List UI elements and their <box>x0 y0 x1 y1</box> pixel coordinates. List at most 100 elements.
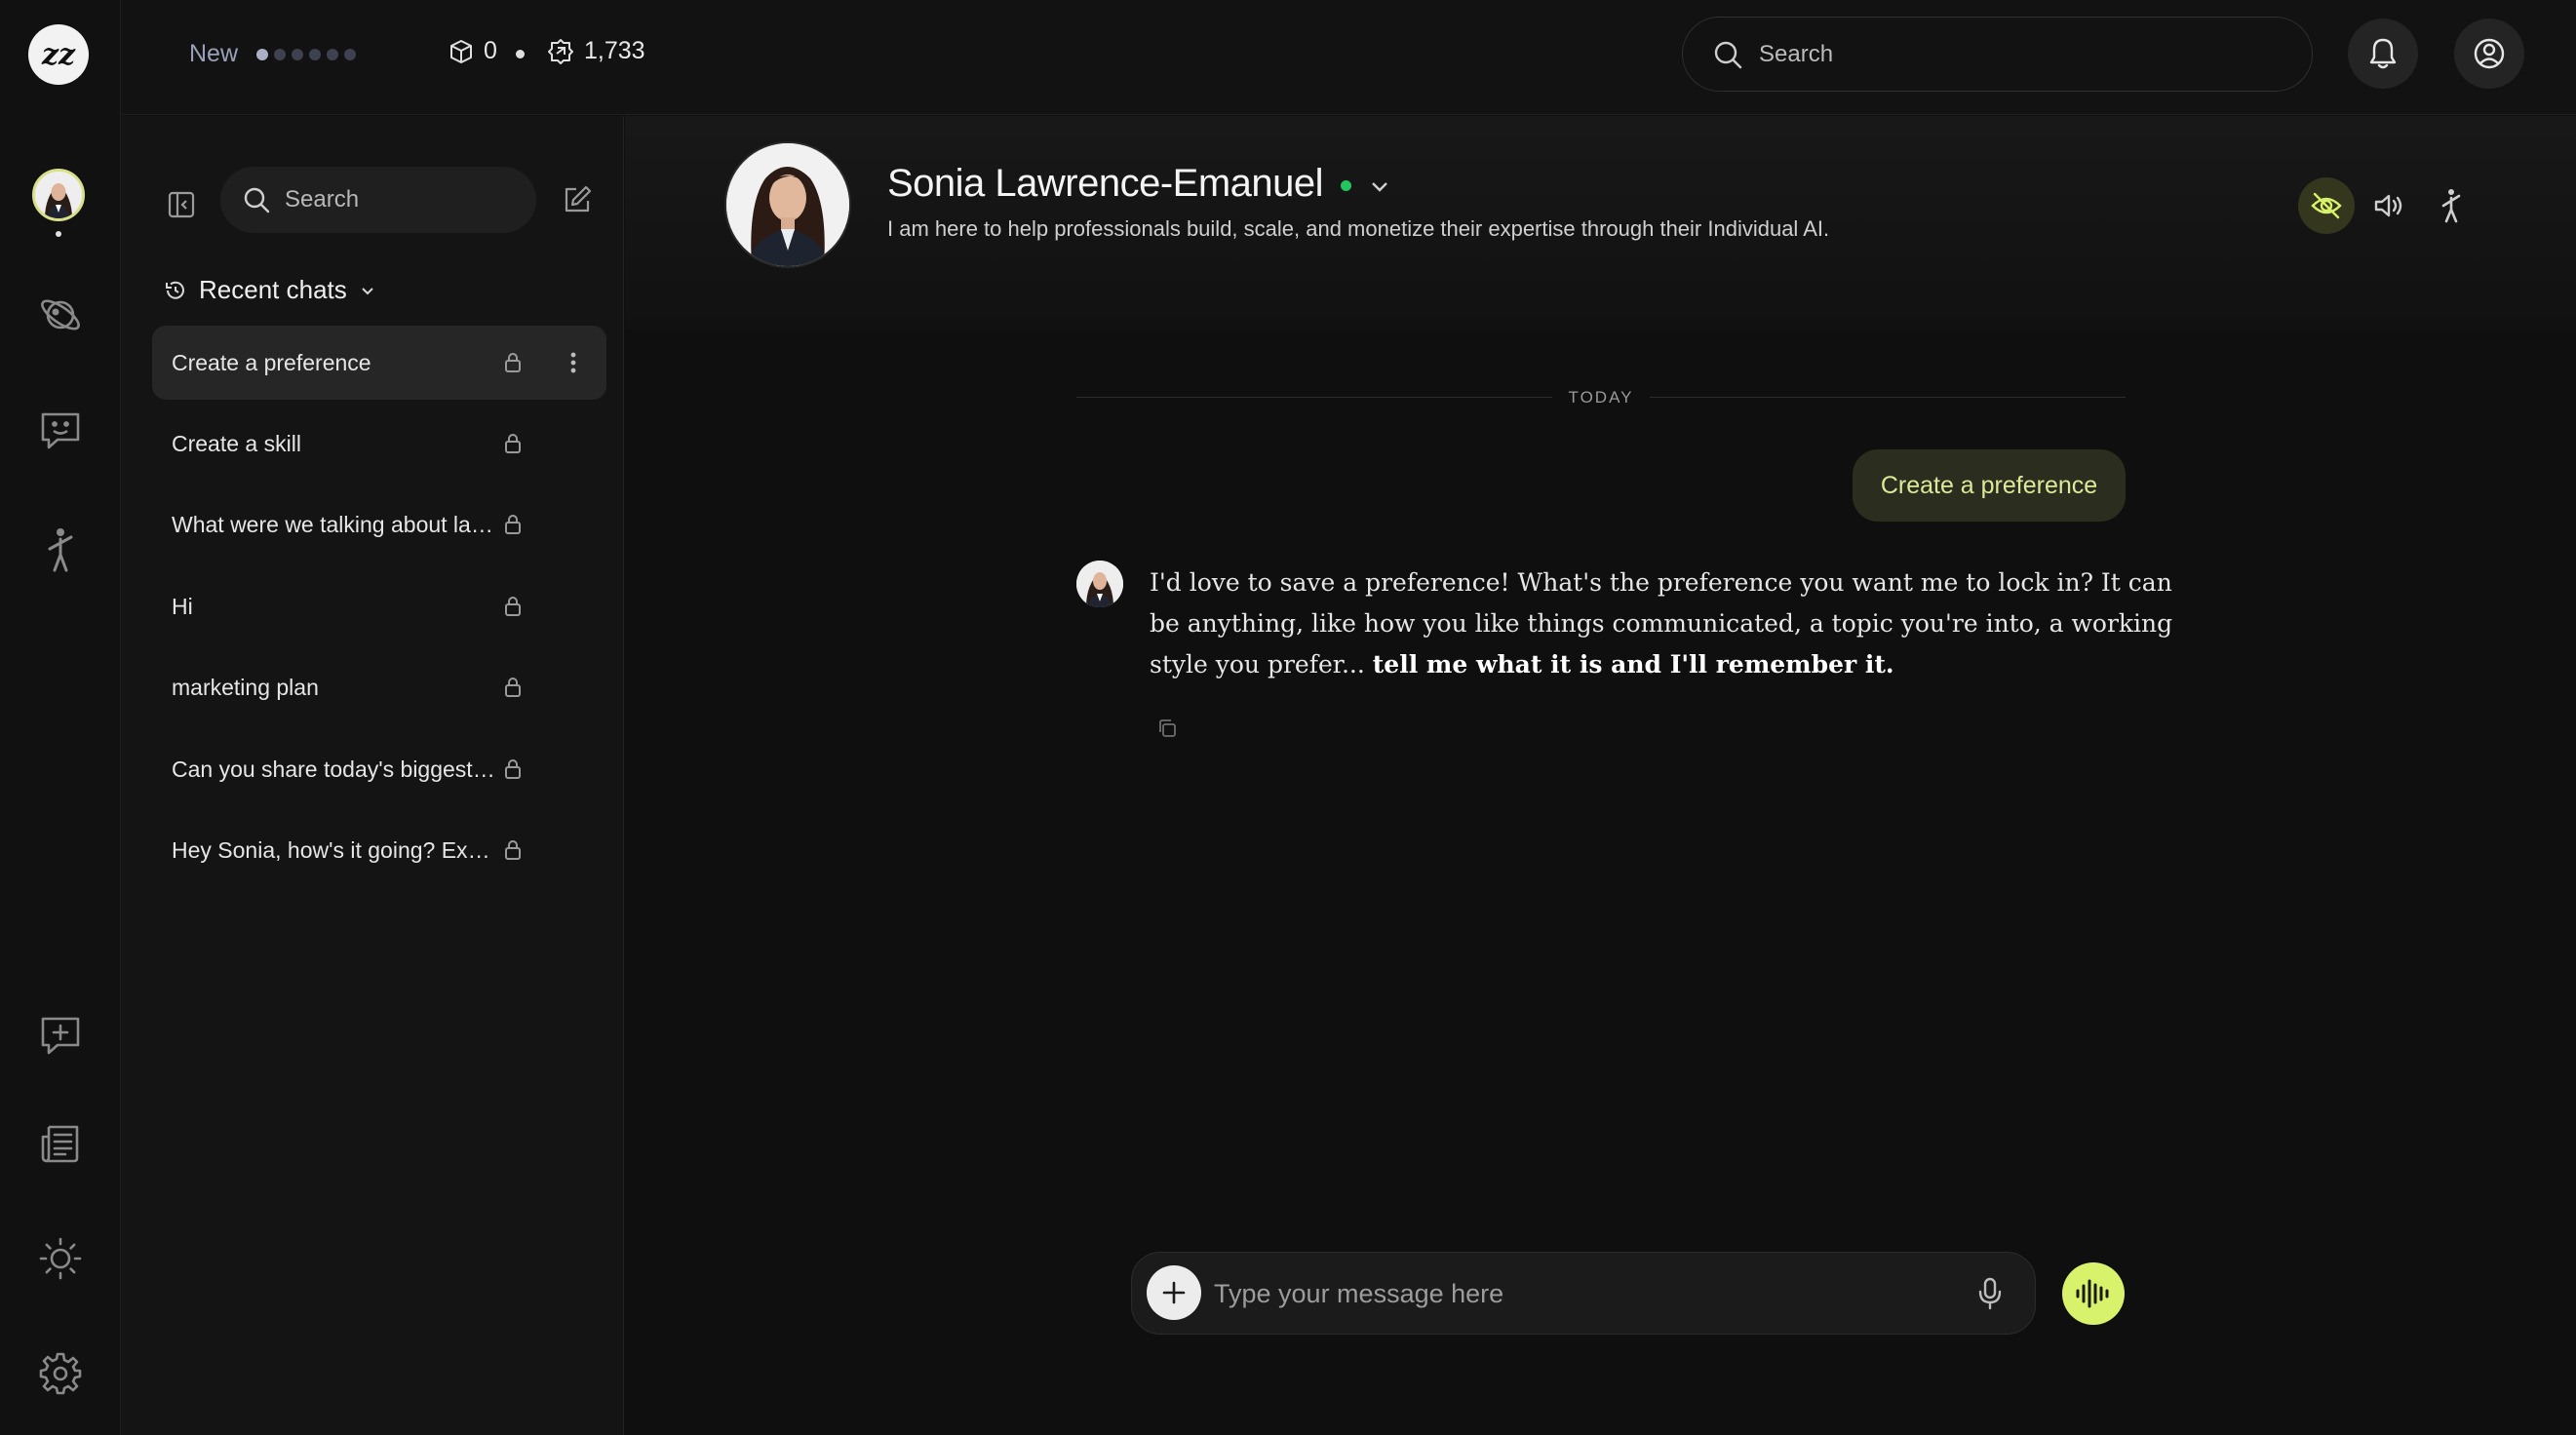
profile-button[interactable] <box>2454 19 2524 89</box>
active-indicator <box>56 231 61 237</box>
chat-list-item[interactable]: What were we talking about last time? <box>152 487 606 562</box>
bell-icon <box>2369 38 2397 69</box>
progress-dot <box>274 49 286 60</box>
date-divider-label: TODAY <box>1568 388 1634 407</box>
chat-main: Sonia Lawrence-Emanuel I am here to help… <box>625 116 2576 1435</box>
assistant-message-emphasis: tell me what it is and I'll remember it. <box>1372 650 1894 679</box>
gear-icon[interactable] <box>33 1346 88 1401</box>
lock-icon <box>505 678 521 697</box>
recent-chats-label: Recent chats <box>199 275 347 304</box>
chevron-down-icon <box>362 287 373 294</box>
chat-list-item[interactable]: marketing plan <box>152 650 606 724</box>
global-search-placeholder: Search <box>1759 40 1834 67</box>
search-icon <box>1714 41 1742 68</box>
lock-icon <box>505 353 521 372</box>
user-message-text: Create a preference <box>1880 471 2098 499</box>
copy-icon <box>1159 719 1176 737</box>
logo-text: zz <box>41 37 76 72</box>
assistant-avatar <box>1076 561 1123 607</box>
progress-dot <box>344 49 356 60</box>
avatar-mode-button[interactable] <box>2423 177 2479 234</box>
figure-icon <box>2441 189 2461 223</box>
progress-dot <box>292 49 303 60</box>
chat-list-item[interactable]: Create a preference <box>152 326 606 400</box>
history-icon <box>166 281 184 299</box>
chat-list-item[interactable]: Create a skill <box>152 407 606 481</box>
message-input[interactable] <box>1214 1272 1935 1315</box>
message-composer <box>1131 1252 2036 1335</box>
attach-button[interactable] <box>1147 1265 1201 1320</box>
notifications-button[interactable] <box>2348 19 2418 89</box>
assistant-message: I'd love to save a preference! What's th… <box>1150 562 2203 685</box>
microphone-button[interactable] <box>1969 1272 2011 1315</box>
recent-chats-toggle[interactable]: Recent chats <box>164 275 376 305</box>
online-status-dot <box>1341 180 1351 191</box>
global-search[interactable]: Search <box>1682 17 2313 92</box>
profile-header: Sonia Lawrence-Emanuel I am here to help… <box>625 116 2576 330</box>
progress-dot <box>327 49 338 60</box>
chat-search[interactable]: Search <box>220 167 536 233</box>
chevron-down-icon[interactable] <box>1367 175 1392 200</box>
eye-off-icon <box>2311 192 2342 219</box>
points-value: 1,733 <box>584 37 645 64</box>
chat-list-item[interactable]: Hey Sonia, how's it going? Excited to ch… <box>152 813 606 887</box>
new-label[interactable]: New <box>189 40 238 68</box>
chat-face-icon[interactable] <box>33 404 88 458</box>
lock-icon <box>505 840 521 860</box>
figure-icon[interactable] <box>33 523 88 577</box>
left-nav-rail: zz <box>0 0 121 1435</box>
hide-visibility-button[interactable] <box>2298 177 2355 234</box>
collapse-panel-button[interactable] <box>162 185 201 224</box>
lock-icon <box>505 434 521 453</box>
cube-icon <box>450 39 472 63</box>
points-stat[interactable]: 1,733 <box>547 37 645 65</box>
chat-title: Hey Sonia, how's it going? Excited to ch… <box>172 836 501 863</box>
chat-list-item[interactable]: Can you share today's biggest news? <box>152 732 606 806</box>
voice-toggle-button[interactable] <box>2361 177 2417 234</box>
rail-avatar[interactable] <box>32 169 85 221</box>
newspaper-icon[interactable] <box>33 1116 88 1171</box>
avatar-image <box>35 172 82 218</box>
user-circle-icon <box>2474 38 2505 69</box>
chat-title: What were we talking about last time? <box>172 511 501 537</box>
chat-list-item[interactable]: Hi <box>152 569 606 643</box>
chat-title: marketing plan <box>172 674 319 700</box>
microphone-icon <box>1978 1277 2002 1310</box>
chat-title: Create a skill <box>172 430 301 456</box>
chat-title: Hi <box>172 593 193 619</box>
waveform-icon <box>2076 1279 2109 1308</box>
planet-icon[interactable] <box>33 288 88 342</box>
chat-title: Can you share today's biggest news? <box>172 756 501 782</box>
chat-title: Create a preference <box>172 349 371 375</box>
add-chat-icon[interactable] <box>33 1009 88 1064</box>
lock-icon <box>505 597 521 616</box>
new-chat-button[interactable] <box>558 180 597 219</box>
copy-message-button[interactable] <box>1151 713 1183 744</box>
profile-avatar[interactable] <box>724 141 851 268</box>
speaker-icon <box>2374 194 2402 217</box>
sidebar-toggle-icon <box>168 191 195 218</box>
more-options-icon[interactable] <box>558 347 589 378</box>
chat-search-placeholder: Search <box>285 186 360 213</box>
top-bar: New 0 1,733 Search <box>121 0 2576 115</box>
progress-dot <box>256 49 268 60</box>
user-message-bubble: Create a preference <box>1853 449 2126 522</box>
progress-dot <box>309 49 321 60</box>
stat-separator <box>516 50 525 58</box>
onboarding-progress-dots <box>256 49 356 60</box>
search-icon <box>244 187 270 213</box>
badge-icon <box>548 38 573 64</box>
plus-icon <box>1162 1281 1186 1304</box>
compose-icon <box>565 185 592 213</box>
lock-icon <box>505 515 521 534</box>
voice-mode-button[interactable] <box>2062 1262 2125 1325</box>
lock-icon <box>505 759 521 779</box>
profile-name: Sonia Lawrence-Emanuel <box>887 162 1324 205</box>
credits-stat[interactable]: 0 <box>449 37 497 65</box>
profile-bio: I am here to help professionals build, s… <box>887 216 1830 241</box>
sun-icon[interactable] <box>33 1231 88 1286</box>
chat-list-panel: Search Recent chats Create a preference … <box>121 116 624 1435</box>
avatar-image <box>1076 561 1123 607</box>
app-logo[interactable]: zz <box>28 24 89 85</box>
date-divider: TODAY <box>1076 388 2126 407</box>
